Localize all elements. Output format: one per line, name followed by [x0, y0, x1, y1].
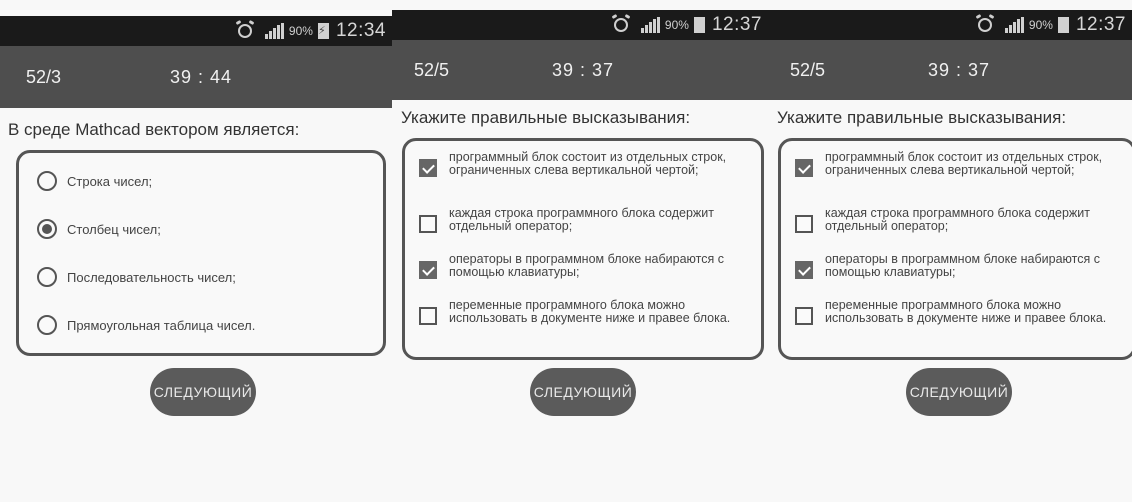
- option-label: программный блок состоит из отдельных ст…: [449, 150, 727, 177]
- status-bar: 90% 12:37: [768, 10, 1132, 40]
- battery-charging-icon: [317, 23, 329, 39]
- signal-strength-icon: [640, 17, 660, 33]
- countdown-timer: 39 : 37: [928, 60, 991, 80]
- options-card: программный блок состоит из отдельных ст…: [402, 138, 764, 360]
- option-radio-row[interactable]: Прямоугольная таблица чисел.: [37, 315, 255, 335]
- question-counter: 52/3: [26, 67, 62, 87]
- status-icons: 90% 12:34: [237, 16, 386, 46]
- option-label: программный блок состоит из отдельных ст…: [825, 150, 1103, 177]
- option-label: переменные программного блока можно испо…: [825, 298, 1107, 325]
- screenshot-collage: 90% 12:34 52/3 39 : 44 В среде Mathcad в…: [0, 0, 1132, 502]
- option-label: Столбец чисел;: [67, 221, 161, 237]
- option-radio-row[interactable]: Строка чисел;: [37, 171, 152, 191]
- countdown-timer: 39 : 44: [170, 67, 233, 87]
- checkbox-checked[interactable]: [419, 261, 437, 279]
- signal-strength-icon: [264, 23, 284, 39]
- countdown-timer: 39 : 37: [552, 60, 615, 80]
- option-label: переменные программного блока можно испо…: [449, 298, 731, 325]
- checkbox[interactable]: [419, 215, 437, 233]
- option-label: Последовательность чисел;: [67, 269, 236, 285]
- screen-1: 90% 12:34 52/3 39 : 44 В среде Mathcad в…: [0, 0, 392, 502]
- radio-button-selected[interactable]: [37, 219, 57, 239]
- option-radio-row[interactable]: Столбец чисел;: [37, 219, 161, 239]
- clock-time: 12:37: [1075, 14, 1126, 35]
- next-button[interactable]: СЛЕДУЮЩИЙ: [150, 368, 256, 416]
- question-counter: 52/5: [414, 60, 450, 80]
- checkbox-checked[interactable]: [795, 159, 813, 177]
- option-checkbox-row[interactable]: операторы в программном блоке набираются…: [419, 253, 751, 279]
- radio-button[interactable]: [37, 267, 57, 287]
- option-label: Прямоугольная таблица чисел.: [67, 317, 256, 333]
- option-label: операторы в программном блоке набираются…: [449, 252, 724, 279]
- option-label: Строка чисел;: [67, 173, 153, 189]
- option-checkbox-row[interactable]: каждая строка программного блока содержи…: [419, 207, 751, 233]
- question-counter: 52/5: [790, 60, 826, 80]
- option-radio-row[interactable]: Последовательность чисел;: [37, 267, 236, 287]
- status-icons: 90% 12:37: [977, 10, 1126, 40]
- option-checkbox-row[interactable]: программный блок состоит из отдельных ст…: [795, 151, 1123, 177]
- battery-percent: 90%: [664, 18, 689, 32]
- alarm-clock-icon: [613, 18, 628, 32]
- options-card: программный блок состоит из отдельных ст…: [778, 138, 1132, 360]
- status-bar: 90% 12:34: [0, 16, 392, 46]
- option-checkbox-row[interactable]: переменные программного блока можно испо…: [419, 299, 751, 325]
- screen-3: 90% 12:37 52/5 39 : 37 Укажите правильны…: [768, 0, 1132, 502]
- checkbox[interactable]: [795, 215, 813, 233]
- radio-button[interactable]: [37, 171, 57, 191]
- options-card: Строка чисел; Столбец чисел; Последовате…: [16, 150, 386, 356]
- status-icons: 90% 12:37: [613, 10, 762, 40]
- battery-icon: [1057, 17, 1069, 33]
- option-checkbox-row[interactable]: каждая строка программного блока содержи…: [795, 207, 1123, 233]
- alarm-clock-icon: [237, 24, 252, 38]
- checkbox-checked[interactable]: [419, 159, 437, 177]
- status-bar: 90% 12:37: [392, 10, 768, 40]
- screen-2: 90% 12:37 52/5 39 : 37 Укажите правильны…: [392, 0, 768, 502]
- option-checkbox-row[interactable]: программный блок состоит из отдельных ст…: [419, 151, 751, 177]
- question-text: Укажите правильные высказывания:: [777, 108, 1067, 127]
- alarm-clock-icon: [977, 18, 992, 32]
- option-checkbox-row[interactable]: переменные программного блока можно испо…: [795, 299, 1123, 325]
- battery-icon: [693, 17, 705, 33]
- next-button[interactable]: СЛЕДУЮЩИЙ: [906, 368, 1012, 416]
- clock-time: 12:37: [711, 14, 762, 35]
- clock-time: 12:34: [335, 20, 386, 41]
- next-button[interactable]: СЛЕДУЮЩИЙ: [530, 368, 636, 416]
- option-checkbox-row[interactable]: операторы в программном блоке набираются…: [795, 253, 1123, 279]
- battery-percent: 90%: [288, 24, 313, 38]
- option-label: каждая строка программного блока содержи…: [449, 206, 714, 233]
- app-bar: 52/5 39 : 37: [392, 40, 768, 100]
- checkbox[interactable]: [419, 307, 437, 325]
- signal-strength-icon: [1004, 17, 1024, 33]
- app-bar: 52/3 39 : 44: [0, 46, 392, 108]
- checkbox-checked[interactable]: [795, 261, 813, 279]
- radio-button[interactable]: [37, 315, 57, 335]
- battery-percent: 90%: [1028, 18, 1053, 32]
- question-text: В среде Mathcad вектором является:: [8, 120, 300, 139]
- option-label: каждая строка программного блока содержи…: [825, 206, 1090, 233]
- option-label: операторы в программном блоке набираются…: [825, 252, 1100, 279]
- app-bar: 52/5 39 : 37: [768, 40, 1132, 100]
- question-text: Укажите правильные высказывания:: [401, 108, 691, 127]
- checkbox[interactable]: [795, 307, 813, 325]
